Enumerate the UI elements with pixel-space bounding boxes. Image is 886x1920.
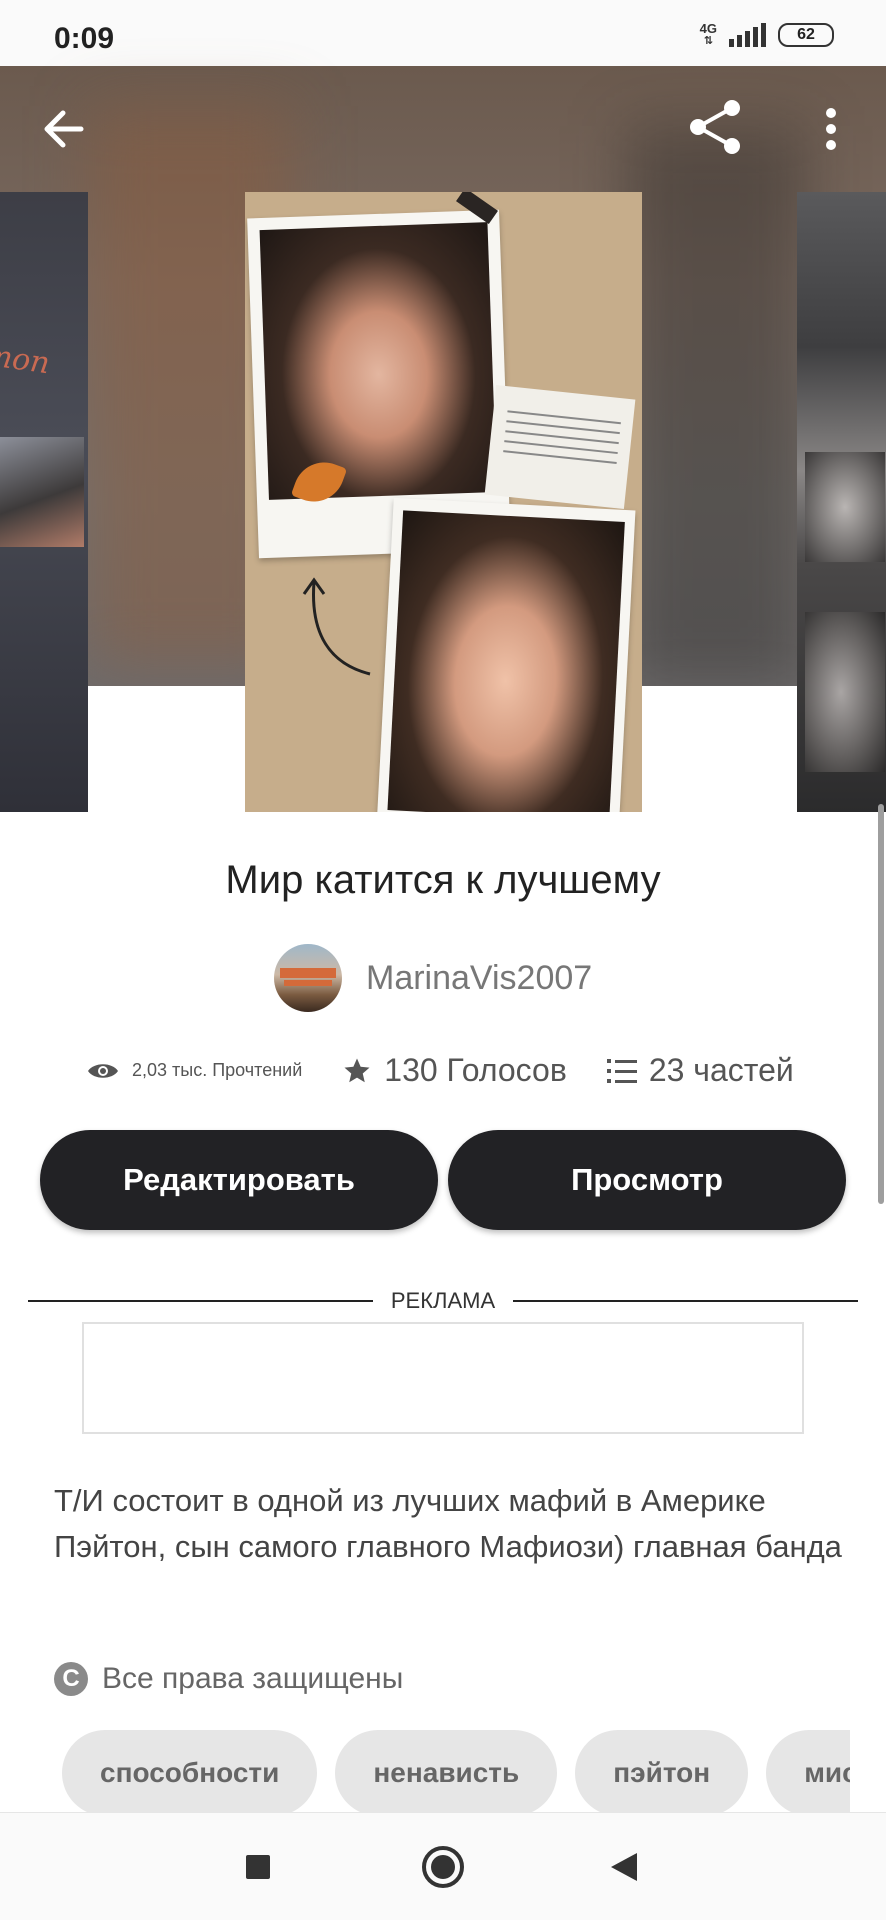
cover-next[interactable]	[797, 192, 886, 812]
cover-current[interactable]	[245, 192, 642, 812]
votes-stat: 130 Голосов	[342, 1052, 567, 1089]
more-vertical-icon	[826, 108, 836, 150]
recents-button[interactable]	[228, 1837, 288, 1897]
back-button[interactable]	[30, 96, 96, 162]
parts-count: 23 частей	[648, 1052, 794, 1088]
avatar	[274, 944, 342, 1012]
list-icon	[606, 1058, 637, 1083]
author-link[interactable]: MarinaVis2007	[274, 944, 592, 1012]
arrow-left-icon	[44, 110, 84, 148]
tag-chip[interactable]: способности	[62, 1730, 318, 1816]
cover-previous[interactable]: mon	[0, 192, 88, 812]
triangle-back-icon	[611, 1853, 637, 1881]
cover-photo-2	[376, 497, 636, 812]
arrow-doodle	[302, 577, 371, 676]
story-stats: 2,03 тыс. Прочтений 130 Голосов 23 часте…	[86, 1052, 806, 1089]
share-button[interactable]	[680, 92, 750, 162]
story-description: Т/И состоит в одной из лучших мафий в Ам…	[54, 1483, 842, 1564]
status-icons: 4G ⇅ 62	[700, 22, 834, 48]
share-icon	[690, 100, 740, 154]
preview-button[interactable]: Просмотр	[448, 1130, 846, 1230]
copyright-row: C Все права защищены	[54, 1662, 403, 1696]
circle-icon	[422, 1846, 464, 1888]
star-icon	[344, 1058, 370, 1082]
tag-chip[interactable]: мис	[766, 1730, 850, 1816]
more-options-button[interactable]	[806, 96, 856, 162]
network-indicator: 4G ⇅	[700, 22, 717, 48]
network-type: 4G	[699, 21, 717, 36]
story-title: Мир катится к лучшему	[225, 858, 661, 902]
action-buttons: Редактировать Просмотр	[40, 1130, 846, 1230]
cover-letter	[484, 384, 636, 510]
battery-icon: 62	[778, 23, 834, 47]
square-icon	[246, 1855, 270, 1879]
tag-chip[interactable]: ненависть	[335, 1730, 558, 1816]
parts-stat: 23 частей	[606, 1052, 794, 1089]
signal-icon	[729, 23, 766, 47]
home-button[interactable]	[413, 1837, 473, 1897]
edit-button[interactable]: Редактировать	[40, 1130, 438, 1230]
tag-chip[interactable]: пэйтон	[575, 1730, 749, 1816]
copyright-text: Все права защищены	[102, 1662, 404, 1695]
system-nav-bar	[0, 1812, 886, 1920]
ad-divider: РЕКЛАМА	[28, 1288, 858, 1314]
votes-count: 130 Голосов	[384, 1052, 567, 1088]
author-name: MarinaVis2007	[366, 958, 593, 997]
data-arrows-icon: ⇅	[703, 35, 713, 47]
ad-label: РЕКЛАМА	[372, 1288, 514, 1313]
status-time: 0:09	[54, 22, 115, 55]
system-back-button[interactable]	[594, 1837, 654, 1897]
reads-count: 2,03 тыс. Прочтений	[132, 1060, 303, 1080]
status-bar: 0:09 4G ⇅ 62	[0, 0, 886, 66]
copyright-icon: C	[54, 1662, 88, 1696]
ad-banner[interactable]	[82, 1322, 804, 1434]
eye-icon	[88, 1063, 118, 1078]
tag-list: способности ненависть пэйтон мис	[62, 1730, 850, 1820]
reads-stat: 2,03 тыс. Прочтений	[86, 1060, 302, 1082]
cover-left-text: mon	[0, 337, 52, 382]
